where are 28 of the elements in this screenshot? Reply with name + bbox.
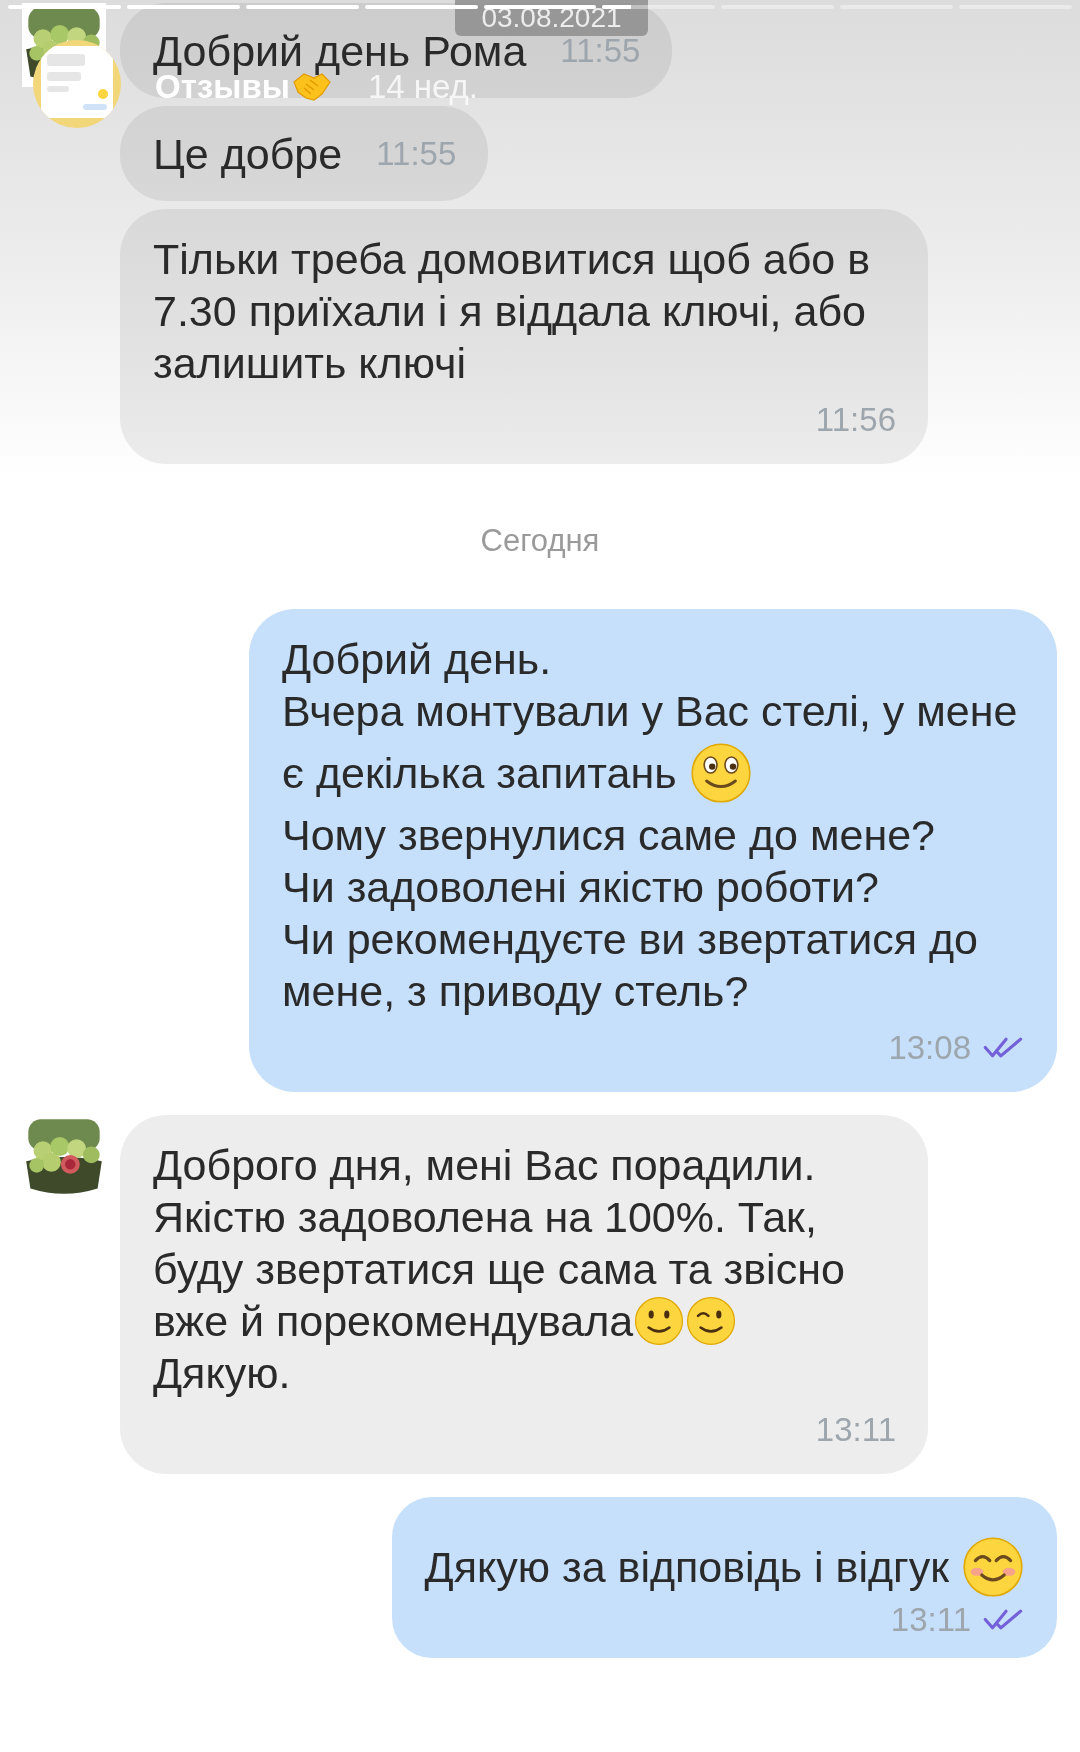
message-time: 13:11 [890,1602,971,1636]
smiling-face-icon [961,1534,1025,1599]
message-text: є декілька запитань [282,747,678,799]
message-text: Це добре [153,128,343,180]
smiley-icon [633,1294,686,1347]
date-label: 03.08.2021 [481,4,622,32]
message-text: мене, з приводу стель? [282,965,749,1017]
message-text: вже й порекомендувала [153,1295,634,1347]
date-separator: Сегодня [480,522,600,560]
message-text: Чи рекомендуєте ви звертатися до [282,913,978,965]
message-text: Доброго дня, мені Вас порадили. [153,1139,816,1191]
message-text: Дякую. [153,1347,291,1399]
winking-face-icon [685,1294,738,1347]
message-text: Тільки треба домовитися щоб або в [153,234,871,285]
message-time: 13:11 [815,1412,896,1446]
message-text: 7.30 приїхали і я віддала ключі, або [153,286,866,337]
smiley-icon [688,740,753,805]
message-text: Вчера монтували у Вас стелі, у мене [282,685,1018,737]
message-text: буду звертатися ще сама та звісно [153,1243,845,1295]
message-text: Добрий день. [282,633,552,685]
message-text: залишить ключі [153,338,466,389]
message-text: Чи задоволені якістю роботи? [282,861,879,913]
message-time: 11:55 [376,137,457,170]
message-time: 13:08 [888,1030,971,1064]
message-text: Якістю задоволена на 100%. Так, [153,1191,817,1243]
message-time: 11:56 [815,403,896,436]
message-text: Дякую за відповідь і відгук [424,1541,951,1593]
message-text: Чому звернулися саме до мене? [282,809,935,861]
